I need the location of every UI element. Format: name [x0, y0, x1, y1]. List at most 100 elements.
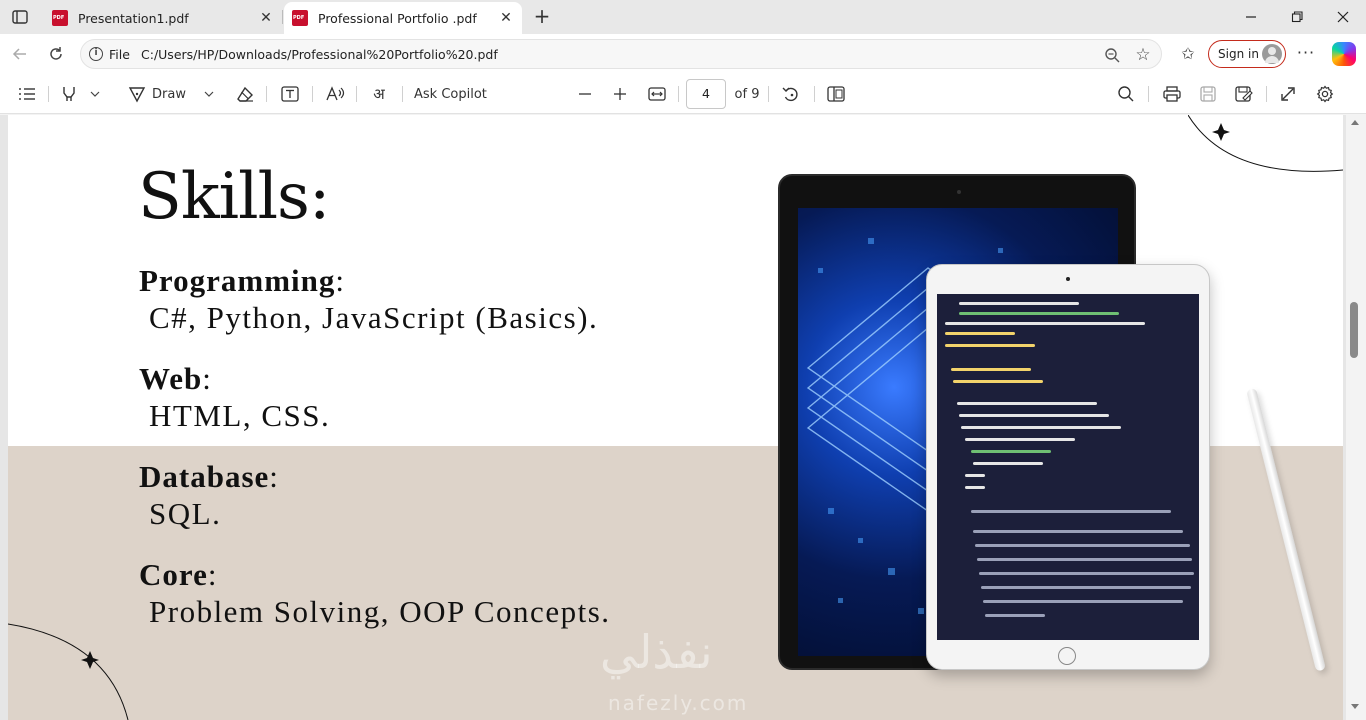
skill-section-database: Database: SQL.: [139, 459, 279, 531]
plus-icon: [614, 88, 626, 100]
zoom-out-icon[interactable]: [1103, 46, 1121, 64]
rotate-icon: [782, 87, 798, 102]
toolbar-divider: [814, 86, 815, 102]
draw-pen-icon: [128, 87, 146, 103]
skill-section-core: Core: Problem Solving, OOP Concepts.: [139, 557, 611, 629]
chevron-down-icon: [204, 91, 214, 97]
toolbar-divider: [768, 86, 769, 102]
back-button[interactable]: [6, 40, 34, 68]
pdf-file-icon: [292, 10, 308, 26]
save-as-button[interactable]: [1232, 82, 1256, 106]
ask-copilot-label: Ask Copilot: [414, 86, 487, 102]
refresh-button[interactable]: [42, 40, 70, 68]
print-button[interactable]: [1160, 82, 1184, 106]
eraser-icon: [237, 86, 253, 102]
copilot-icon[interactable]: [1332, 42, 1356, 66]
search-icon: [1118, 86, 1134, 102]
tab-label: Professional Portfolio .pdf: [318, 10, 477, 26]
restore-button[interactable]: [1274, 0, 1320, 34]
vertical-scrollbar[interactable]: [1346, 115, 1366, 720]
draw-button[interactable]: Draw: [152, 82, 196, 106]
read-aloud-button[interactable]: [324, 82, 348, 106]
close-tab-icon[interactable]: ✕: [498, 10, 514, 26]
erase-button[interactable]: [234, 82, 256, 106]
tab-presentation1[interactable]: Presentation1.pdf ✕: [44, 2, 282, 34]
url-omnibox[interactable]: i File C:/Users/HP/Downloads/Professiona…: [80, 39, 1162, 69]
minimize-icon: [1246, 16, 1256, 18]
fit-to-width-button[interactable]: [645, 82, 669, 106]
printer-icon: [1163, 86, 1181, 102]
site-info-icon[interactable]: i: [89, 47, 103, 61]
close-icon: [1337, 11, 1349, 23]
page-view-icon: [827, 86, 845, 102]
sign-in-label: Sign in: [1218, 47, 1259, 61]
scroll-down-arrow-icon[interactable]: [1351, 704, 1359, 709]
skill-heading: Web: [139, 361, 203, 396]
page-number-input[interactable]: 4: [686, 79, 726, 109]
ipad-home-button: [1058, 647, 1076, 665]
pdf-settings-button[interactable]: [1312, 82, 1338, 106]
pdf-page: Skills: Programming: C#, Python, JavaScr…: [8, 115, 1343, 720]
read-aloud-icon: [326, 86, 345, 101]
translate-icon: अ: [373, 85, 385, 103]
skill-heading: Programming: [139, 263, 336, 298]
skill-value: C#, Python, JavaScript (Basics).: [149, 300, 599, 335]
pdf-viewer[interactable]: Skills: Programming: C#, Python, JavaScr…: [0, 115, 1366, 720]
more-dots-icon: ···: [1296, 43, 1316, 62]
close-window-button[interactable]: [1320, 0, 1366, 34]
rotate-button[interactable]: [779, 82, 803, 106]
zoom-in-button[interactable]: [609, 82, 631, 106]
toolbar-divider: [402, 86, 403, 102]
toolbar-divider: [678, 86, 679, 102]
expand-icon: [1281, 87, 1295, 101]
tab-bar: Presentation1.pdf ✕ Professional Portfol…: [0, 0, 1366, 34]
tab-actions-button[interactable]: [6, 5, 34, 29]
skill-heading: Database: [139, 459, 270, 494]
settings-more-button[interactable]: ···: [1294, 42, 1318, 66]
refresh-icon: [50, 47, 62, 60]
tab-actions-icon: [12, 10, 28, 24]
ask-copilot-button[interactable]: Ask Copilot: [414, 82, 496, 106]
tab-label: Presentation1.pdf: [78, 10, 189, 26]
watermark-url: nafezly.com: [608, 691, 749, 715]
draw-options-dropdown[interactable]: [200, 82, 218, 106]
gear-icon: [1316, 85, 1334, 103]
minimize-button[interactable]: [1228, 0, 1274, 34]
scroll-up-arrow-icon[interactable]: [1351, 120, 1359, 125]
url-text[interactable]: C:/Users/HP/Downloads/Professional%20Por…: [141, 47, 498, 62]
ipad-code-screen: [937, 294, 1199, 640]
contents-button[interactable]: [14, 82, 40, 106]
favorites-button[interactable]: ✩: [1176, 42, 1200, 66]
text-box-icon: [281, 86, 299, 102]
watermark: نفذلي: [600, 625, 713, 679]
skill-section-web: Web: HTML, CSS.: [139, 361, 331, 433]
fit-width-icon: [648, 87, 666, 101]
new-tab-button[interactable]: +: [530, 5, 554, 29]
translate-button[interactable]: अ: [366, 82, 392, 106]
highlight-button[interactable]: [58, 82, 80, 106]
page-view-button[interactable]: [824, 82, 848, 106]
find-button[interactable]: [1114, 82, 1138, 106]
skill-value: SQL.: [149, 496, 222, 531]
add-favorite-star-icon[interactable]: ☆: [1133, 45, 1153, 65]
chevron-down-icon: [90, 91, 100, 97]
ipad-camera: [1066, 277, 1070, 281]
zoom-out-button[interactable]: [574, 82, 596, 106]
add-text-button[interactable]: [278, 82, 302, 106]
toolbar-divider: [48, 86, 49, 102]
ipad-image: [926, 264, 1210, 670]
close-tab-icon[interactable]: ✕: [258, 10, 274, 26]
full-screen-button[interactable]: [1276, 82, 1300, 106]
avatar-icon: [1262, 44, 1282, 64]
minus-icon: [579, 93, 591, 95]
save-button[interactable]: [1196, 82, 1220, 106]
highlight-options-dropdown[interactable]: [86, 82, 104, 106]
favorites-icon: ✩: [1181, 44, 1195, 63]
draw-pen-button[interactable]: [126, 82, 148, 106]
scrollbar-thumb[interactable]: [1350, 302, 1358, 358]
decorative-arc-top-right: [1188, 115, 1343, 172]
sign-in-button[interactable]: Sign in: [1208, 40, 1286, 68]
toolbar-divider: [1148, 86, 1149, 102]
tablet-camera: [957, 190, 961, 194]
tab-professional-portfolio[interactable]: Professional Portfolio .pdf ✕: [284, 2, 522, 34]
